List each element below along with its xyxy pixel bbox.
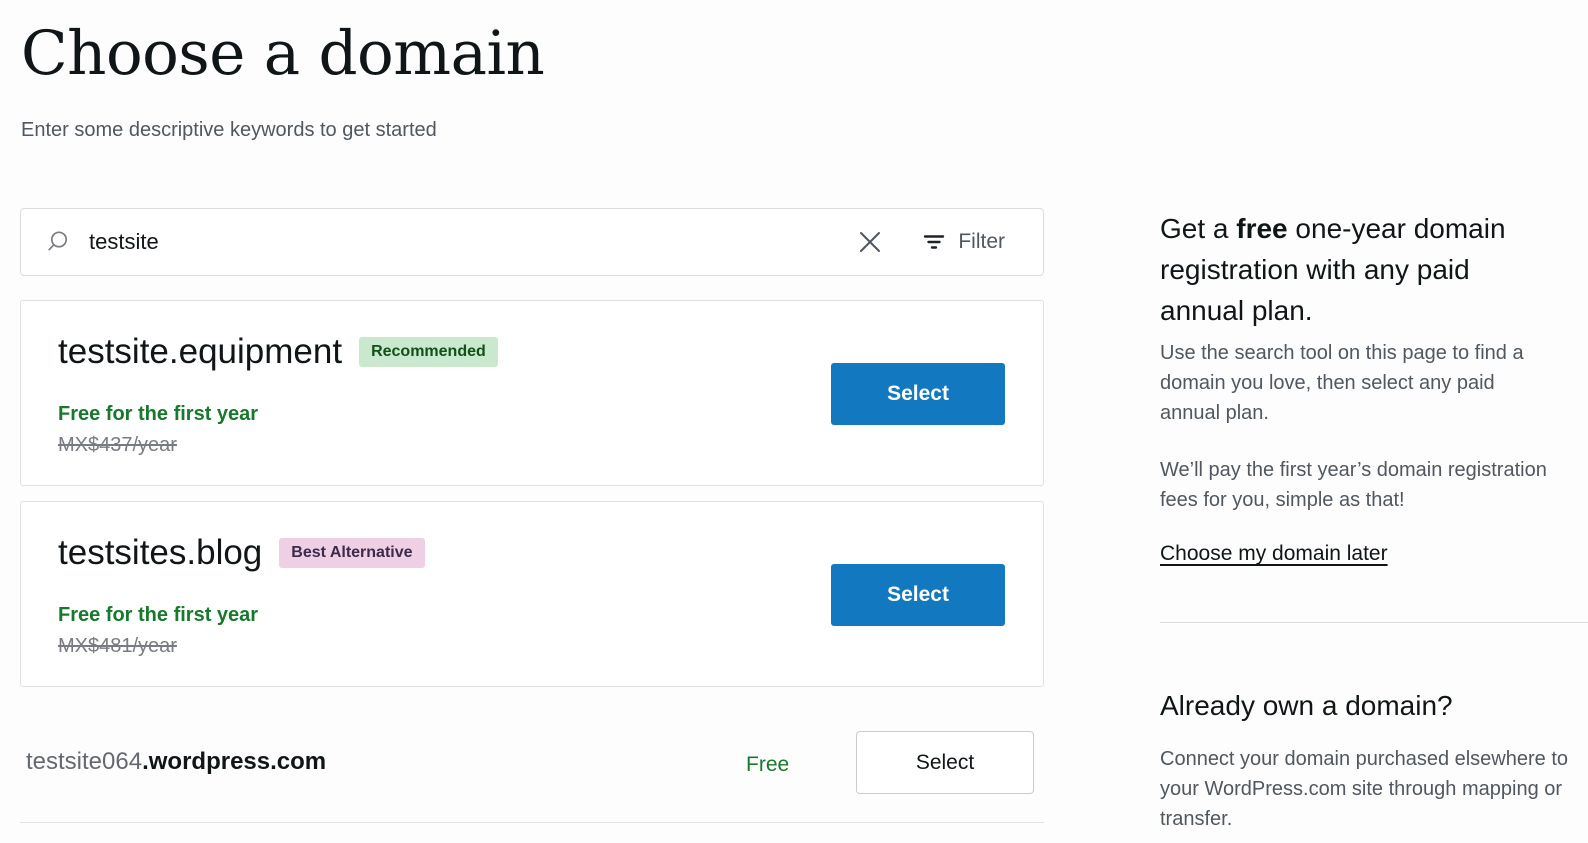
status-badge: Recommended bbox=[359, 337, 498, 367]
page-title: Choose a domain bbox=[21, 18, 545, 89]
sidebar-divider bbox=[1160, 622, 1588, 623]
domain-original-price: MX$437/year bbox=[58, 434, 177, 456]
filter-label: Filter bbox=[958, 230, 1005, 253]
page-subtitle: Enter some descriptive keywords to get s… bbox=[21, 119, 437, 141]
subdomain-prefix: testsite064 bbox=[26, 748, 143, 775]
domain-search-column: Choose a domain Enter some descriptive k… bbox=[0, 0, 1100, 843]
sidebar-paragraph-1: Use the search tool on this page to find… bbox=[1160, 342, 1524, 424]
domain-search-bar[interactable]: Filter bbox=[20, 208, 1044, 276]
domain-name: testsites.blog bbox=[58, 533, 263, 572]
choose-domain-later-link[interactable]: Choose my domain later bbox=[1160, 540, 1388, 568]
sidebar-heading: Get a free one-year domain registration … bbox=[1160, 208, 1560, 331]
sidebar-heading-before: Get a bbox=[1160, 213, 1237, 244]
domain-name: testsite.equipment bbox=[58, 332, 343, 371]
domain-result-card[interactable]: testsites.blog Best Alternative Free for… bbox=[20, 501, 1044, 687]
filter-button[interactable]: Filter bbox=[922, 230, 1005, 254]
domain-free-label: Free for the first year bbox=[58, 403, 259, 425]
promo-sidebar: Get a free one-year domain registration … bbox=[1160, 0, 1588, 843]
select-button[interactable]: Select bbox=[856, 731, 1034, 794]
search-icon bbox=[45, 229, 71, 255]
sidebar-heading-bold: free bbox=[1236, 213, 1288, 244]
domain-card-header: testsite.equipment Recommended bbox=[58, 331, 498, 373]
subdomain-name: testsite064.wordpress.com bbox=[26, 747, 326, 777]
sidebar-paragraph-2: We’ll pay the first year’s domain regist… bbox=[1160, 459, 1547, 511]
select-button[interactable]: Select bbox=[831, 363, 1005, 425]
domain-result-card[interactable]: testsite.equipment Recommended Free for … bbox=[20, 300, 1044, 486]
filter-icon bbox=[922, 230, 946, 254]
free-subdomain-row[interactable]: testsite064.wordpress.com Free Select bbox=[20, 705, 1044, 823]
select-button[interactable]: Select bbox=[831, 564, 1005, 626]
status-badge: Best Alternative bbox=[279, 538, 425, 568]
sidebar-heading-2: Already own a domain? bbox=[1160, 690, 1453, 721]
search-input[interactable] bbox=[89, 222, 853, 262]
domain-free-label: Free for the first year bbox=[58, 604, 259, 626]
domain-picker-page: Choose a domain Enter some descriptive k… bbox=[0, 0, 1588, 843]
subdomain-price: Free bbox=[746, 753, 790, 776]
close-icon[interactable] bbox=[852, 224, 888, 260]
domain-original-price: MX$481/year bbox=[58, 635, 177, 657]
sidebar-paragraph-3: Connect your domain purchased elsewhere … bbox=[1160, 748, 1569, 830]
domain-card-header: testsites.blog Best Alternative bbox=[58, 532, 425, 574]
subdomain-tld: .wordpress.com bbox=[142, 748, 327, 775]
